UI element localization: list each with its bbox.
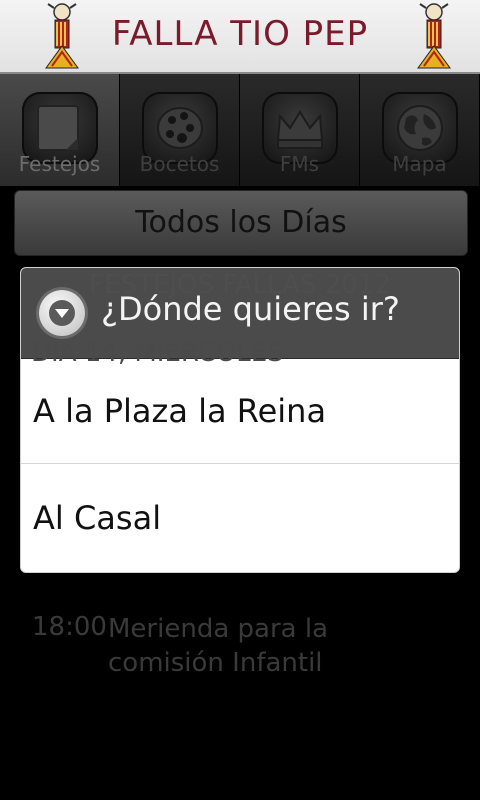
dropdown-circle-icon [39,290,85,336]
event-time: 18:00 [32,612,107,642]
app-header: FALLA TIO PEP [0,0,480,74]
tab-fms[interactable]: FMs [240,74,360,186]
tab-label: Bocetos [139,152,220,176]
tab-label: Mapa [392,152,447,176]
tab-festejos[interactable]: Festejos [0,74,120,186]
option-plaza-la-reina[interactable]: A la Plaza la Reina [21,358,459,464]
app-title: FALLA TIO PEP [111,14,369,54]
tab-bar: Festejos Bocetos FMs Mapa [0,74,480,186]
tab-label: FMs [279,152,320,176]
fallera-mascot-icon [417,3,451,69]
event-description: Merienda para la comisión Infantil [108,614,328,678]
tab-mapa[interactable]: Mapa [360,74,480,186]
dialog-header: FESTEJOS FALLAS 2012 DÍA 14, MIÉRCOLES ¿… [21,268,459,368]
day-filter-spinner[interactable]: Todos los Días [14,190,468,256]
tab-bocetos[interactable]: Bocetos [120,74,240,186]
option-casal[interactable]: Al Casal [21,465,459,571]
event-row: 18:00 Merienda para la comisión Infantil [32,612,452,680]
destination-dialog: FESTEJOS FALLAS 2012 DÍA 14, MIÉRCOLES ¿… [20,267,460,573]
tab-label: Festejos [18,152,101,176]
dialog-title: ¿Dónde quieres ir? [101,290,400,328]
